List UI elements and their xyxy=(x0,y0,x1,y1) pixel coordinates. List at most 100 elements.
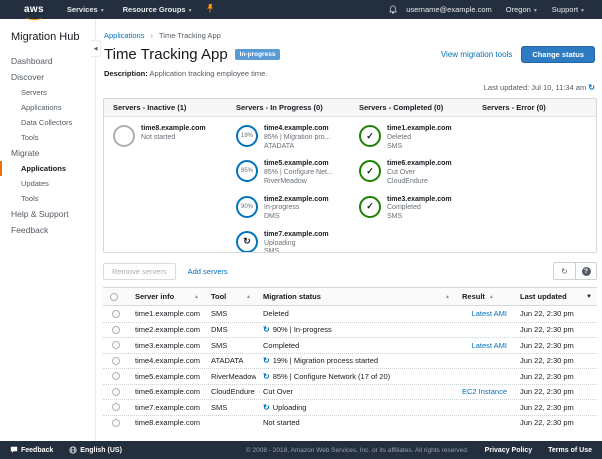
sidebar-item-dashboard[interactable]: Dashboard xyxy=(0,53,95,69)
breadcrumb-current: Time Tracking App xyxy=(159,31,221,40)
aws-smile-icon xyxy=(25,16,42,20)
server-card[interactable]: ✓ time6.example.com Cut Over CloudEndure xyxy=(359,160,473,186)
migration-status-text: Not started xyxy=(263,418,300,428)
progress-ring-icon: 85% xyxy=(236,160,258,183)
nav-support-menu[interactable]: Support ▼ xyxy=(552,5,585,14)
table-refresh-button[interactable]: ↻ xyxy=(554,263,575,279)
server-tool-line: ATADATA xyxy=(264,142,295,150)
top-nav-bar: aws Services ▼ Resource Groups ▼ username@… xyxy=(0,0,602,20)
refresh-icon[interactable]: ↻ xyxy=(588,83,595,92)
server-card[interactable]: 85% time5.example.com 85% | Configure Net.… xyxy=(236,160,350,186)
sort-asc-icon: ▲ xyxy=(445,293,450,300)
result-link[interactable]: EC2 Instance xyxy=(462,387,507,396)
panel-headers: Servers - Inactive (1) Servers - In Progr… xyxy=(104,99,596,117)
row-checkbox[interactable] xyxy=(111,341,120,350)
cell-last-updated: Jun 22, 2:30 pm xyxy=(520,387,574,397)
table-row[interactable]: time1.example.com SMS Deleted Latest AMI Jun… xyxy=(103,306,597,322)
sidebar-item-servers[interactable]: Servers xyxy=(0,85,95,100)
sidebar-item-feedback[interactable]: Feedback xyxy=(0,222,95,238)
sidebar-item-data-collectors[interactable]: Data Collectors xyxy=(0,115,95,130)
change-status-button[interactable]: Change status xyxy=(521,46,595,63)
row-checkbox[interactable] xyxy=(111,309,120,318)
footer-language-button[interactable]: English (US) xyxy=(69,446,122,454)
footer-privacy-link[interactable]: Privacy Policy xyxy=(485,447,532,454)
cell-server-info: time5.example.com xyxy=(135,371,201,381)
row-checkbox[interactable] xyxy=(111,403,120,412)
nav-region-menu[interactable]: Oregon ▼ xyxy=(506,5,538,14)
aws-logo[interactable]: aws xyxy=(24,0,44,20)
cell-result: Latest AMI xyxy=(455,341,513,350)
panel-column-0: time8.example.com Not started xyxy=(104,117,227,252)
row-checkbox[interactable] xyxy=(111,418,120,427)
nav-username-menu[interactable]: username@example.com xyxy=(406,5,492,14)
cell-tool: CloudEndure xyxy=(211,387,255,397)
sidebar-item-applications[interactable]: Applications xyxy=(0,100,95,115)
nav-resource-groups-menu[interactable]: Resource Groups ▼ xyxy=(123,5,193,14)
footer-feedback-button[interactable]: Feedback xyxy=(10,446,53,454)
table-row[interactable]: time2.example.com DMS ↻ 90% | In-progress Ju… xyxy=(103,321,597,337)
server-status-panel: Servers - Inactive (1) Servers - In Progr… xyxy=(103,98,597,253)
panel-column-header-1: Servers - In Progress (0) xyxy=(236,103,323,112)
view-migration-tools-link[interactable]: View migration tools xyxy=(441,50,512,59)
col-server-info[interactable]: Server info ▲ xyxy=(128,288,204,305)
cell-last-updated: Jun 22, 2:30 pm xyxy=(520,340,574,350)
nav-services-menu[interactable]: Services ▼ xyxy=(67,5,105,14)
table-row[interactable]: time7.example.com SMS ↻ Uploading Jun 22, 2:… xyxy=(103,399,597,415)
sidebar-item-tools[interactable]: Tools xyxy=(0,191,95,206)
row-checkbox[interactable] xyxy=(111,325,120,334)
sidebar-item-discover[interactable]: Discover xyxy=(0,69,95,85)
sidebar-collapse-toggle[interactable]: ◀ xyxy=(91,40,101,57)
server-card[interactable]: ✓ time3.example.com Completed SMS xyxy=(359,195,473,222)
server-name: time5.example.com xyxy=(264,160,329,168)
remove-servers-button[interactable]: Remove servers xyxy=(103,262,176,280)
breadcrumb-separator: › xyxy=(150,31,154,40)
chevron-down-icon: ▼ xyxy=(99,8,105,14)
chevron-down-icon: ▼ xyxy=(187,8,193,14)
select-all-checkbox[interactable] xyxy=(110,292,118,301)
result-link[interactable]: Latest AMI xyxy=(472,341,507,350)
sidebar-nav: Dashboard Discover Servers Applications Data… xyxy=(0,53,95,238)
col-result[interactable]: Result ▲ xyxy=(455,288,513,305)
table-help-button[interactable]: ? xyxy=(575,263,596,279)
sidebar-item-updates[interactable]: Updates xyxy=(0,176,95,191)
server-tool-line: DMS xyxy=(264,213,280,220)
cell-server-info: time4.example.com xyxy=(135,356,201,366)
row-checkbox[interactable] xyxy=(111,372,120,381)
server-card[interactable]: ✓ time1.example.com Deleted SMS xyxy=(359,125,473,151)
sidebar-item-migrate[interactable]: Migrate xyxy=(0,145,95,161)
sort-asc-icon: ▲ xyxy=(246,293,251,300)
table-row[interactable]: time6.example.com CloudEndure Cut Over EC2 … xyxy=(103,383,597,399)
table-row[interactable]: time8.example.com Not started Jun 22, 2:30… xyxy=(103,414,597,430)
table-row[interactable]: time4.example.com ATADATA ↻ 19% | Migration… xyxy=(103,352,597,368)
footer-terms-link[interactable]: Terms of Use xyxy=(548,447,592,454)
table-row[interactable]: time5.example.com RiverMeadow ↻ 85% | Confi… xyxy=(103,368,597,384)
server-status-line: Uploading xyxy=(264,239,296,247)
server-card[interactable]: ↻ time7.example.com Uploading SMS xyxy=(236,230,350,252)
notifications-bell-icon[interactable] xyxy=(389,5,398,14)
add-servers-link[interactable]: Add servers xyxy=(188,267,228,276)
row-checkbox-cell xyxy=(103,341,128,350)
sidebar-item-tools[interactable]: Tools xyxy=(0,130,95,145)
server-name: time4.example.com xyxy=(264,125,329,132)
migration-status-text: Cut Over xyxy=(263,387,294,397)
server-card[interactable]: 19% time4.example.com 85% | Migration pro.… xyxy=(236,125,350,151)
col-tool[interactable]: Tool ▲ xyxy=(204,288,256,305)
sort-asc-icon: ▲ xyxy=(488,293,494,300)
cell-last-updated: Jun 22, 2:30 pm xyxy=(520,418,574,428)
spinner-icon: ↻ xyxy=(263,402,270,412)
server-card[interactable]: time8.example.com Not started xyxy=(113,125,227,147)
col-last-updated[interactable]: Last updated ▼ xyxy=(513,288,597,305)
sidebar-item-help-support[interactable]: Help & Support xyxy=(0,206,95,222)
result-link[interactable]: Latest AMI xyxy=(472,309,507,318)
table-row[interactable]: time3.example.com SMS Completed Latest AMI J… xyxy=(103,337,597,353)
row-checkbox[interactable] xyxy=(111,356,120,365)
sidebar-item-applications[interactable]: Applications xyxy=(0,161,95,176)
pin-icon[interactable] xyxy=(206,4,214,15)
breadcrumb-applications-link[interactable]: Applications xyxy=(104,31,144,40)
cell-server-info: time2.example.com xyxy=(135,325,201,335)
server-card[interactable]: 90% time2.example.com In-progress DMS xyxy=(236,195,350,222)
server-card-text: time6.example.com Cut Over CloudEndure xyxy=(387,160,452,186)
row-checkbox-cell xyxy=(103,309,128,318)
row-checkbox[interactable] xyxy=(111,387,120,396)
col-migration-status[interactable]: Migration status ▲ xyxy=(256,288,455,305)
